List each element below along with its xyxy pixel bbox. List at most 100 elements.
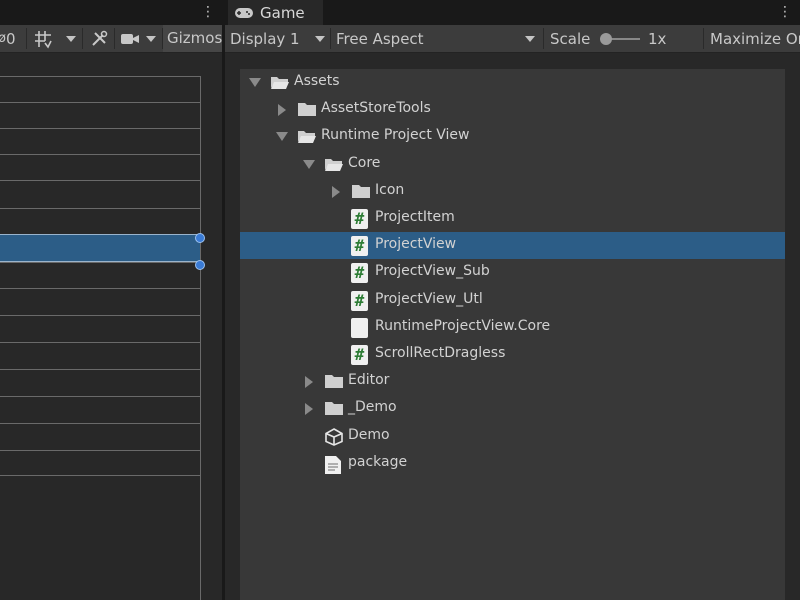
expand-arrow-down-icon[interactable] [276,132,288,142]
display-dropdown[interactable]: Display 1 [230,25,330,52]
tree-item-label: package [348,453,408,470]
scene-grid-row [0,180,201,208]
expand-arrow-right-icon[interactable] [305,403,313,416]
tree-item[interactable]: # ScrollRectDragless [240,341,785,368]
scene-grid-row [0,128,201,154]
expand-arrow-down-icon[interactable] [249,78,261,87]
tree-item-label: AssetStoreTools [321,100,431,117]
text-document-icon [324,455,342,479]
scene-camera-button[interactable] [120,25,158,52]
game-panel-menu-icon[interactable]: ⋮ [778,3,792,21]
gizmos-button[interactable]: Gizmos [163,25,222,52]
tree-item-label: ProjectView_Sub [375,263,490,280]
scene-grid-row [0,396,201,423]
tree-item[interactable]: # ProjectView_Sub [240,259,785,286]
maximize-label: Maximize On Play [710,29,800,48]
rect-handle-bottom-right[interactable] [195,260,205,270]
tools-icon [92,30,108,46]
scene-grid-row [0,315,201,342]
scene-grid-row [0,102,201,128]
folder-open-icon [324,156,344,176]
tree-item-label: ProjectView_Utl [375,290,483,307]
tree-item[interactable]: package [240,450,785,477]
grid-snap-icon [35,30,52,49]
expand-arrow-right-icon[interactable] [278,104,286,117]
scale-value: 1x [648,29,667,48]
project-tree: Assets AssetStoreTools Runtime Project Vie… [240,69,785,600]
scene-grid-row [0,76,201,102]
gizmos-label: Gizmos [167,29,223,47]
csharp-script-icon: # [351,345,368,365]
tree-item-label: Editor [348,372,390,389]
tree-item[interactable]: Assets [240,69,785,96]
scale-control: Scale 1x [550,25,700,52]
game-panel: Game ⋮ Display 1 Free Aspect Scale 1x Ma… [225,0,800,600]
tree-item[interactable]: AssetStoreTools [240,96,785,123]
folder-icon [351,183,371,203]
game-toolbar: Display 1 Free Aspect Scale 1x Maximize … [225,25,800,53]
tree-item-label: ScrollRectDragless [375,345,506,361]
csharp-script-icon: # [351,290,368,311]
scale-label: Scale [550,29,591,48]
scene-panel-menu-icon[interactable]: ⋮ [201,3,215,21]
tree-item-label: Runtime Project View [321,127,470,144]
tree-item-label: Icon [375,181,405,198]
gamepad-icon [235,7,253,18]
scene-grid-row [0,450,201,476]
scale-slider-thumb[interactable] [600,33,612,45]
folder-icon [324,400,344,420]
csharp-script-icon: # [351,209,368,229]
scene-tab-bar: ⋮ [0,0,222,25]
tree-item[interactable]: Runtime Project View [240,123,785,150]
chevron-down-icon [146,35,156,42]
unity-scene-icon [324,427,344,450]
csharp-script-icon: # [351,236,368,257]
hidden-count: 0 [5,29,16,48]
scene-grid-row [0,154,201,180]
tree-item[interactable]: Icon [240,178,785,205]
grid-snapping-button[interactable] [30,25,56,52]
tab-game[interactable]: Game [228,0,323,25]
aspect-dropdown-label: Free Aspect [336,29,424,48]
folder-icon [324,373,344,393]
rect-handle-top-right[interactable] [195,233,205,243]
scale-slider[interactable] [600,33,640,45]
expand-arrow-down-icon[interactable] [303,159,315,169]
gizmo-visibility-toggle[interactable]: ø 0 [0,25,24,52]
display-dropdown-label: Display 1 [230,29,300,48]
scene-viewport[interactable] [0,76,201,476]
folder-open-icon [297,128,317,148]
chevron-down-icon [525,36,535,42]
game-tab-bar: Game ⋮ [225,0,800,25]
tree-item[interactable]: Editor [240,368,785,395]
tree-item[interactable]: Demo [240,423,785,450]
tree-item-label: Demo [348,426,390,443]
scene-panel: ⋮ ø 0 Gizmos [0,0,222,600]
csharp-script-icon: # [351,263,368,284]
tree-item[interactable]: # ProjectView [240,232,785,260]
scene-tools-button[interactable] [87,25,111,52]
tree-item[interactable]: # ProjectItem [240,205,785,232]
expand-arrow-right-icon[interactable] [305,376,313,389]
scene-grid-row [0,342,201,369]
tree-item[interactable]: Core [240,151,785,178]
tree-item[interactable]: RuntimeProjectView.Core [240,314,785,341]
grid-dropdown-button[interactable] [62,25,80,52]
scene-rect-edge [200,76,201,600]
tree-item-label: Assets [294,73,340,89]
folder-open-icon [270,74,290,94]
tree-item-label: RuntimeProjectView.Core [375,317,551,334]
tab-game-label: Game [260,3,305,22]
expand-arrow-right-icon[interactable] [332,185,340,198]
tree-item-label: _Demo [348,399,397,416]
camera-icon [121,33,139,44]
tree-item-label: Core [348,154,381,171]
scene-grid-row [0,208,201,234]
tree-item[interactable]: # ProjectView_Utl [240,287,785,314]
maximize-on-play-toggle[interactable]: Maximize On Play [710,25,800,52]
tree-item[interactable]: _Demo [240,395,785,422]
scene-grid-row [0,288,201,315]
folder-icon [297,101,317,121]
selected-rect-object[interactable] [0,234,201,262]
aspect-dropdown[interactable]: Free Aspect [336,25,542,52]
